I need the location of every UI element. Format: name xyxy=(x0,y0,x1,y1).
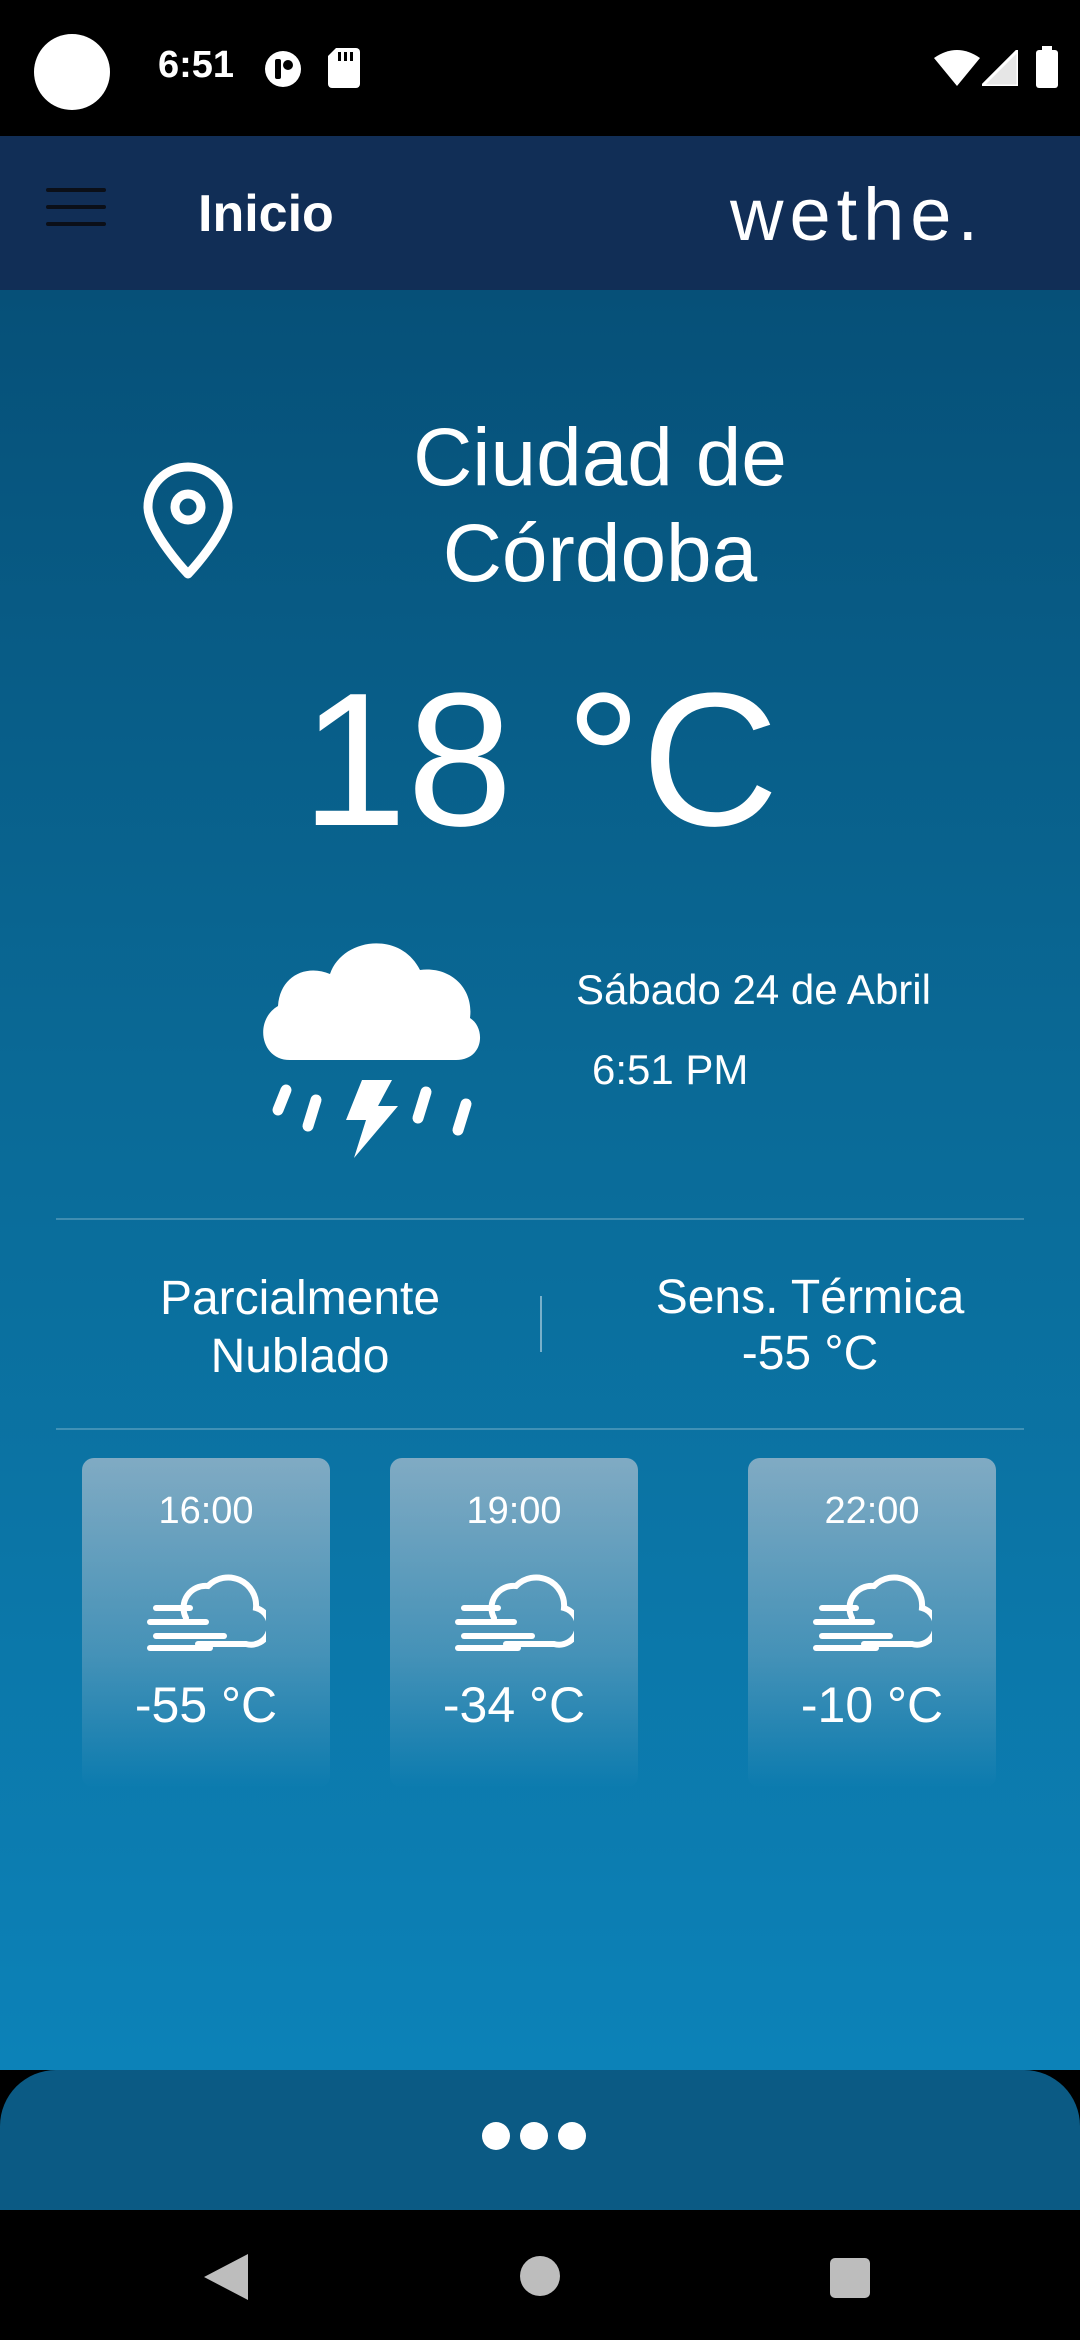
home-icon[interactable] xyxy=(520,2256,560,2296)
hamburger-menu-icon[interactable] xyxy=(46,188,106,234)
divider xyxy=(56,1218,1024,1220)
windy-cloud-icon xyxy=(455,1574,574,1651)
page-title: Inicio xyxy=(198,185,334,243)
feels-like-label: Sens. Térmica xyxy=(655,1271,965,1324)
time-text: 6:51 PM xyxy=(592,1046,749,1093)
brand-logo: wethe. xyxy=(730,173,985,256)
sd-card-icon xyxy=(328,48,360,88)
feels-like-value: -55 °C xyxy=(741,1327,879,1380)
windy-cloud-icon xyxy=(813,1574,932,1651)
vertical-divider xyxy=(540,1296,542,1352)
signal-icon xyxy=(982,50,1018,86)
weather-content: Ciudad de Córdoba 18 °C Sábado 24 de Abr… xyxy=(0,290,1080,2070)
system-nav-bar xyxy=(0,2210,1080,2340)
battery-icon xyxy=(1036,46,1058,88)
recents-icon[interactable] xyxy=(830,2258,870,2298)
hourly-temperature: -34 °C xyxy=(442,1677,586,1733)
divider xyxy=(56,1428,1024,1430)
hourly-temperature: -10 °C xyxy=(800,1677,944,1733)
weather-condition: Parcialmente Nublado xyxy=(159,1272,441,1383)
notification-icon xyxy=(265,51,301,87)
current-temperature: 18 °C xyxy=(301,654,779,866)
back-icon[interactable] xyxy=(204,2254,248,2300)
location-pin-icon[interactable] xyxy=(138,462,238,582)
date-text: Sábado 24 de Abril xyxy=(576,966,931,1013)
windy-cloud-icon xyxy=(147,1574,266,1651)
hourly-card[interactable]: 16:00 -55 °C xyxy=(82,1458,330,1788)
camera-cutout xyxy=(34,34,110,110)
more-options-bar[interactable] xyxy=(0,2070,1080,2210)
status-time: 6:51 xyxy=(158,44,235,86)
more-dots-icon[interactable] xyxy=(482,2122,600,2156)
city-name: Ciudad de Córdoba xyxy=(413,412,787,599)
thunderstorm-icon xyxy=(263,943,481,1158)
feels-like: Sens. Térmica -55 °C xyxy=(600,1270,1020,1382)
hourly-time: 19:00 xyxy=(466,1490,562,1532)
hourly-card[interactable]: 19:00 -34 °C xyxy=(390,1458,638,1788)
status-bar: 6:51 xyxy=(0,0,1080,136)
hourly-temperature: -55 °C xyxy=(134,1677,278,1733)
hourly-card[interactable]: 22:00 -10 °C xyxy=(748,1458,996,1788)
hourly-time: 22:00 xyxy=(824,1490,920,1532)
wifi-icon xyxy=(934,50,980,86)
hourly-time: 16:00 xyxy=(158,1490,254,1532)
phone-screen: 6:51 Inicio wethe. Ciudad de Córdoba 18 … xyxy=(0,0,1080,2340)
app-bar: Inicio wethe. xyxy=(0,136,1080,290)
